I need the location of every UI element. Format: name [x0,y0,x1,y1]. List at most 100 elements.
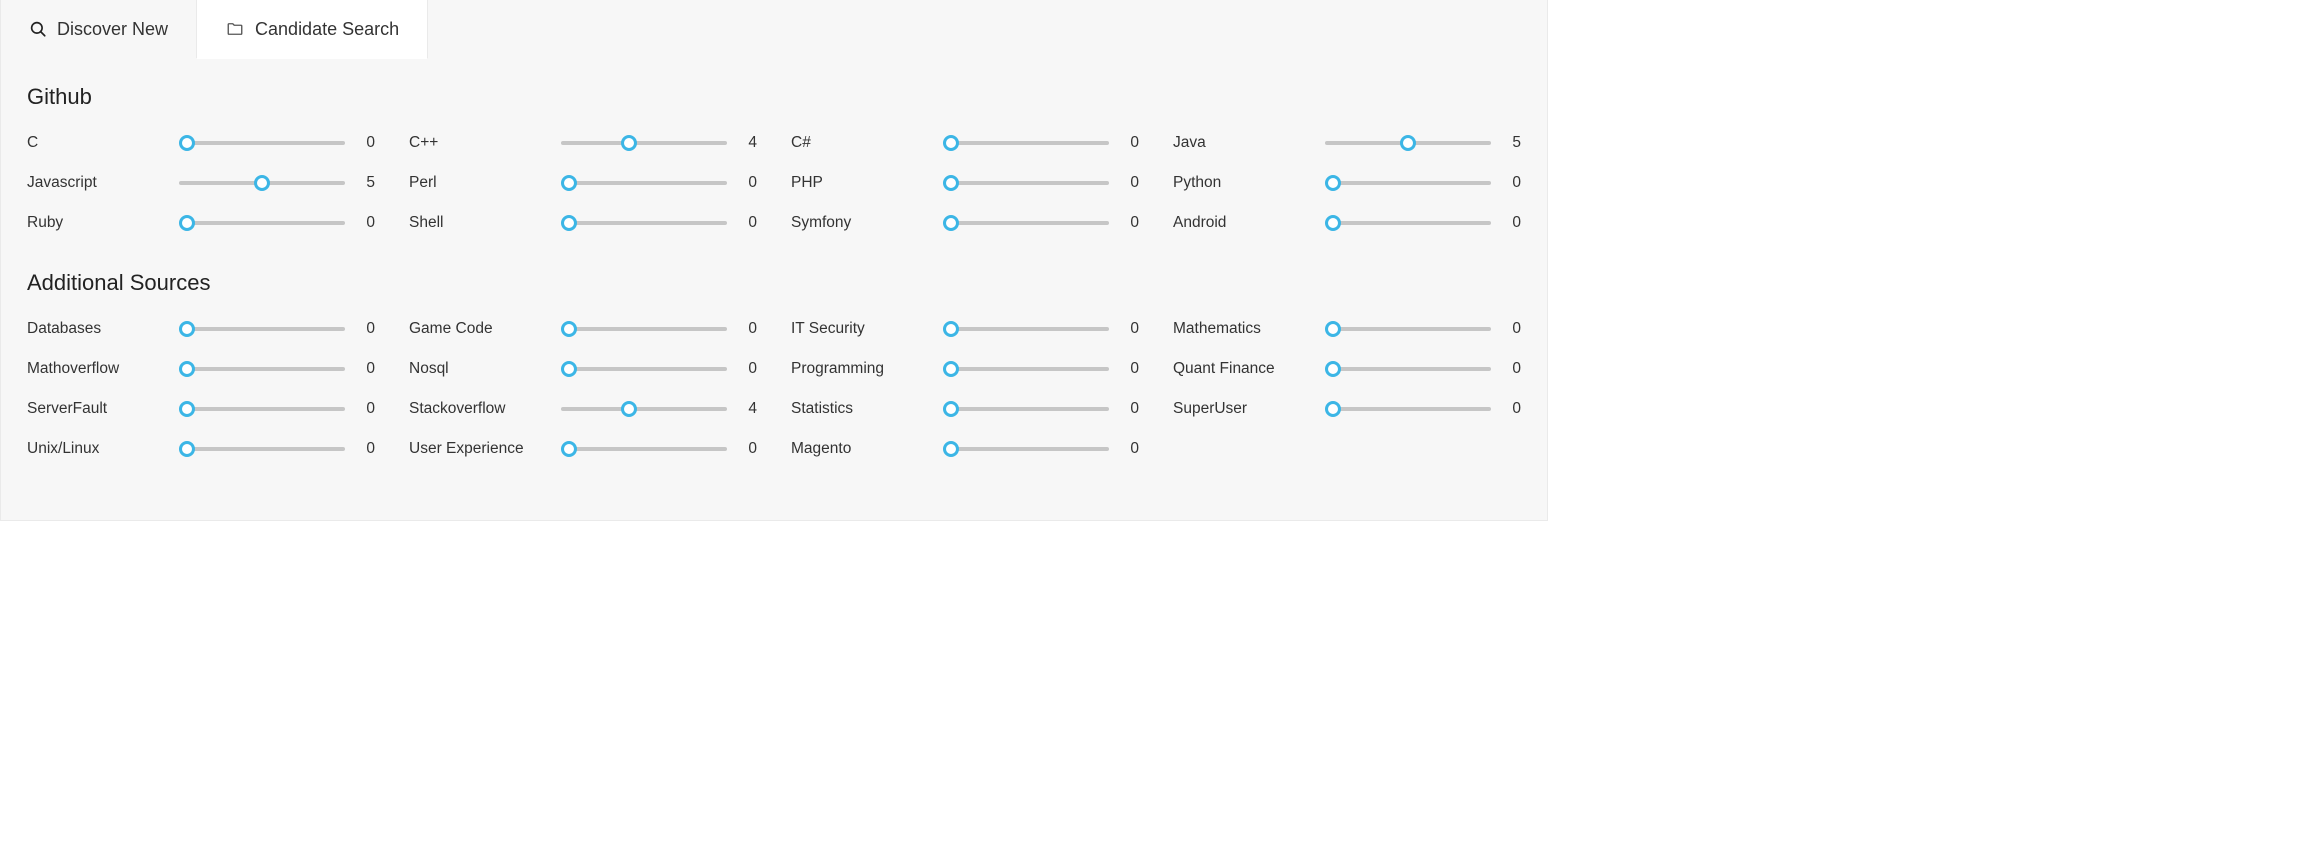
slider-it-security[interactable] [943,320,1109,338]
slider-javascript[interactable] [179,174,345,192]
slider-serverfault[interactable] [179,400,345,418]
slider-track [1325,221,1491,225]
slider-track [561,221,727,225]
slider-value: 0 [739,320,757,338]
slider-android[interactable] [1325,214,1491,232]
slider-value: 0 [739,174,757,192]
slider-row-statistics: Statistics0 [791,396,1139,422]
slider-perl[interactable] [561,174,727,192]
slider-value: 0 [1121,214,1139,232]
slider-thumb[interactable] [621,401,637,417]
slider-thumb[interactable] [561,441,577,457]
slider-row-php: PHP 0 [791,170,1139,196]
tab-discover-new[interactable]: Discover New [1,0,197,58]
slider-magento[interactable] [943,440,1109,458]
slider-mathematics[interactable] [1325,320,1491,338]
slider-track [943,367,1109,371]
tab-candidate-search[interactable]: Candidate Search [197,0,428,59]
slider-thumb[interactable] [1400,135,1416,151]
slider-row-mathematics: Mathematics0 [1173,316,1521,342]
slider-value: 0 [1121,400,1139,418]
slider-value: 0 [1503,174,1521,192]
slider-value: 0 [357,214,375,232]
slider-row-c: C0 [27,130,375,156]
slider-label: Ruby [27,214,167,232]
slider-value: 0 [1121,174,1139,192]
slider-track [1325,181,1491,185]
slider-label: Java [1173,134,1313,152]
slider-thumb[interactable] [1325,361,1341,377]
slider-value: 0 [357,320,375,338]
slider-value: 0 [357,440,375,458]
slider-java[interactable] [1325,134,1491,152]
slider-thumb[interactable] [943,175,959,191]
slider-value: 0 [1121,440,1139,458]
slider-thumb[interactable] [1325,401,1341,417]
slider-label: PHP [791,174,931,192]
slider-thumb[interactable] [943,321,959,337]
slider-row-serverfault: ServerFault 0 [27,396,375,422]
slider-programming[interactable] [943,360,1109,378]
slider-track [179,407,345,411]
slider-value: 0 [739,360,757,378]
slider-c[interactable] [943,134,1109,152]
slider-value: 5 [357,174,375,192]
slider-value: 0 [357,400,375,418]
slider-thumb[interactable] [1325,175,1341,191]
slider-ruby[interactable] [179,214,345,232]
slider-thumb[interactable] [621,135,637,151]
slider-nosql[interactable] [561,360,727,378]
slider-databases[interactable] [179,320,345,338]
slider-shell[interactable] [561,214,727,232]
slider-row-magento: Magento0 [791,436,1139,462]
slider-track [561,407,727,411]
slider-quant-finance[interactable] [1325,360,1491,378]
slider-mathoverflow[interactable] [179,360,345,378]
slider-stackoverflow[interactable] [561,400,727,418]
slider-unix-linux[interactable] [179,440,345,458]
slider-label: Android [1173,214,1313,232]
slider-c[interactable] [179,134,345,152]
slider-row-ruby: Ruby 0 [27,210,375,236]
slider-value: 0 [1121,134,1139,152]
slider-row-symfony: Symfony0 [791,210,1139,236]
slider-thumb[interactable] [179,401,195,417]
slider-thumb[interactable] [943,361,959,377]
slider-label: Programming [791,360,931,378]
slider-statistics[interactable] [943,400,1109,418]
slider-thumb[interactable] [1325,215,1341,231]
slider-thumb[interactable] [943,135,959,151]
slider-thumb[interactable] [943,401,959,417]
slider-thumb[interactable] [561,321,577,337]
slider-thumb[interactable] [561,175,577,191]
slider-track [943,181,1109,185]
slider-track [179,447,345,451]
slider-row-nosql: Nosql0 [409,356,757,382]
slider-track [561,447,727,451]
slider-thumb[interactable] [943,441,959,457]
slider-user-experience[interactable] [561,440,727,458]
slider-value: 0 [1121,360,1139,378]
slider-thumb[interactable] [179,321,195,337]
slider-thumb[interactable] [179,135,195,151]
slider-thumb[interactable] [561,215,577,231]
slider-row-c: C#0 [791,130,1139,156]
slider-python[interactable] [1325,174,1491,192]
slider-track [561,327,727,331]
slider-c[interactable] [561,134,727,152]
slider-php[interactable] [943,174,1109,192]
slider-thumb[interactable] [943,215,959,231]
slider-thumb[interactable] [561,361,577,377]
slider-symfony[interactable] [943,214,1109,232]
slider-label: ServerFault [27,400,167,418]
slider-thumb[interactable] [1325,321,1341,337]
slider-thumb[interactable] [179,361,195,377]
slider-row-mathoverflow: Mathoverflow0 [27,356,375,382]
slider-label: Perl [409,174,549,192]
slider-superuser[interactable] [1325,400,1491,418]
slider-thumb[interactable] [179,215,195,231]
slider-thumb[interactable] [179,441,195,457]
slider-game-code[interactable] [561,320,727,338]
slider-row-it-security: IT Security0 [791,316,1139,342]
slider-thumb[interactable] [254,175,270,191]
